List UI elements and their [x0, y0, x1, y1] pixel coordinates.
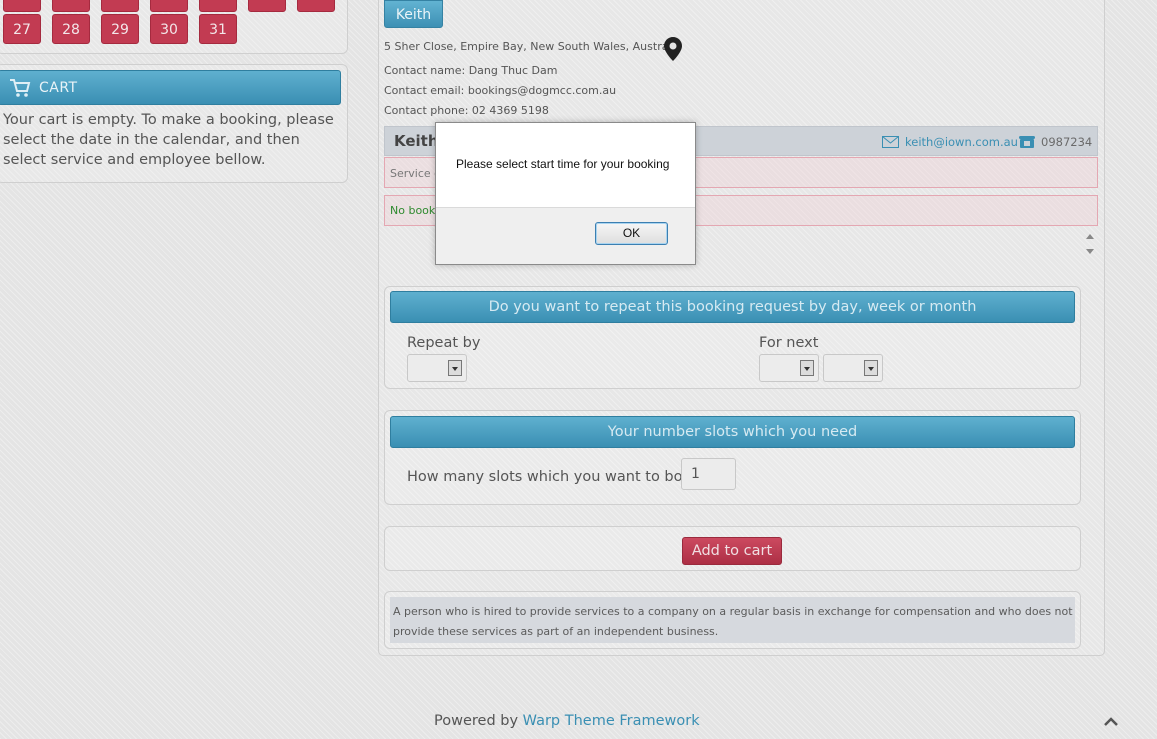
footer-link[interactable]: Warp Theme Framework: [523, 713, 700, 729]
no-booking-text: No book: [390, 204, 436, 217]
employee-address: 5 Sher Close, Empire Bay, New South Wale…: [384, 40, 682, 53]
slots-label: How many slots which you want to book:: [407, 469, 705, 485]
scroll-up-icon[interactable]: [1086, 234, 1094, 239]
slots-header: Your number slots which you need: [390, 416, 1075, 448]
repeat-by-select[interactable]: [407, 354, 467, 382]
contact-name: Contact name: Dang Thuc Dam: [384, 64, 558, 77]
calendar-day[interactable]: 28: [52, 14, 90, 44]
scroll-down-icon[interactable]: [1086, 249, 1094, 254]
service-row-text: Service c: [390, 167, 441, 180]
for-next-label: For next: [759, 335, 819, 351]
chevron-down-icon[interactable]: [864, 360, 878, 376]
add-to-cart-button[interactable]: Add to cart: [682, 537, 782, 565]
repeat-by-label: Repeat by: [407, 335, 481, 351]
map-pin-icon[interactable]: [664, 37, 682, 61]
repeat-header: Do you want to repeat this booking reque…: [390, 291, 1075, 323]
slots-input[interactable]: 1: [681, 458, 736, 490]
calendar-day[interactable]: 31: [199, 14, 237, 44]
chevron-down-icon[interactable]: [448, 360, 462, 376]
cart-empty-message: Your cart is empty. To make a booking, p…: [3, 112, 334, 168]
calendar-day-partial[interactable]: [199, 0, 237, 12]
chevron-down-icon[interactable]: [800, 360, 814, 376]
for-next-count-select[interactable]: [759, 354, 819, 382]
calendar-day[interactable]: 29: [101, 14, 139, 44]
alert-message: Please select start time for your bookin…: [456, 157, 670, 171]
cart-header: CART: [0, 70, 341, 105]
ok-button[interactable]: OK: [595, 222, 668, 245]
calendar-day[interactable]: 27: [3, 14, 41, 44]
calendar-day-partial[interactable]: [297, 0, 335, 12]
cart-icon: [10, 79, 31, 97]
for-next-unit-select[interactable]: [823, 354, 883, 382]
calendar-day-partial[interactable]: [101, 0, 139, 12]
back-to-top-icon[interactable]: [1103, 714, 1119, 730]
calendar-day-partial[interactable]: [150, 0, 188, 12]
page-background: 27 28 29 30 31 CART Your cart is empty. …: [0, 0, 1157, 739]
mail-icon: [882, 136, 899, 148]
contact-email: Contact email: bookings@dogmcc.com.au: [384, 84, 617, 97]
footer-prefix: Powered by: [434, 713, 519, 729]
employee-phone: 0987234: [1041, 135, 1093, 149]
calendar-day[interactable]: 30: [150, 14, 188, 44]
calendar-day-partial[interactable]: [52, 0, 90, 12]
employee-tab[interactable]: Keith: [384, 0, 443, 28]
employee-email-link[interactable]: keith@iown.com.au: [905, 135, 1018, 149]
calendar-day-partial[interactable]: [248, 0, 286, 12]
employee-name: Keith: [394, 132, 439, 150]
footer: Powered by Warp Theme Framework: [434, 713, 700, 729]
cart-title: CART: [39, 80, 78, 96]
employee-description: A person who is hired to provide service…: [393, 605, 1073, 638]
calendar-day-partial[interactable]: [3, 0, 41, 12]
contact-phone: Contact phone: 02 4369 5198: [384, 104, 549, 117]
scrollbar[interactable]: [1082, 230, 1098, 264]
phone-icon: [1019, 136, 1035, 148]
